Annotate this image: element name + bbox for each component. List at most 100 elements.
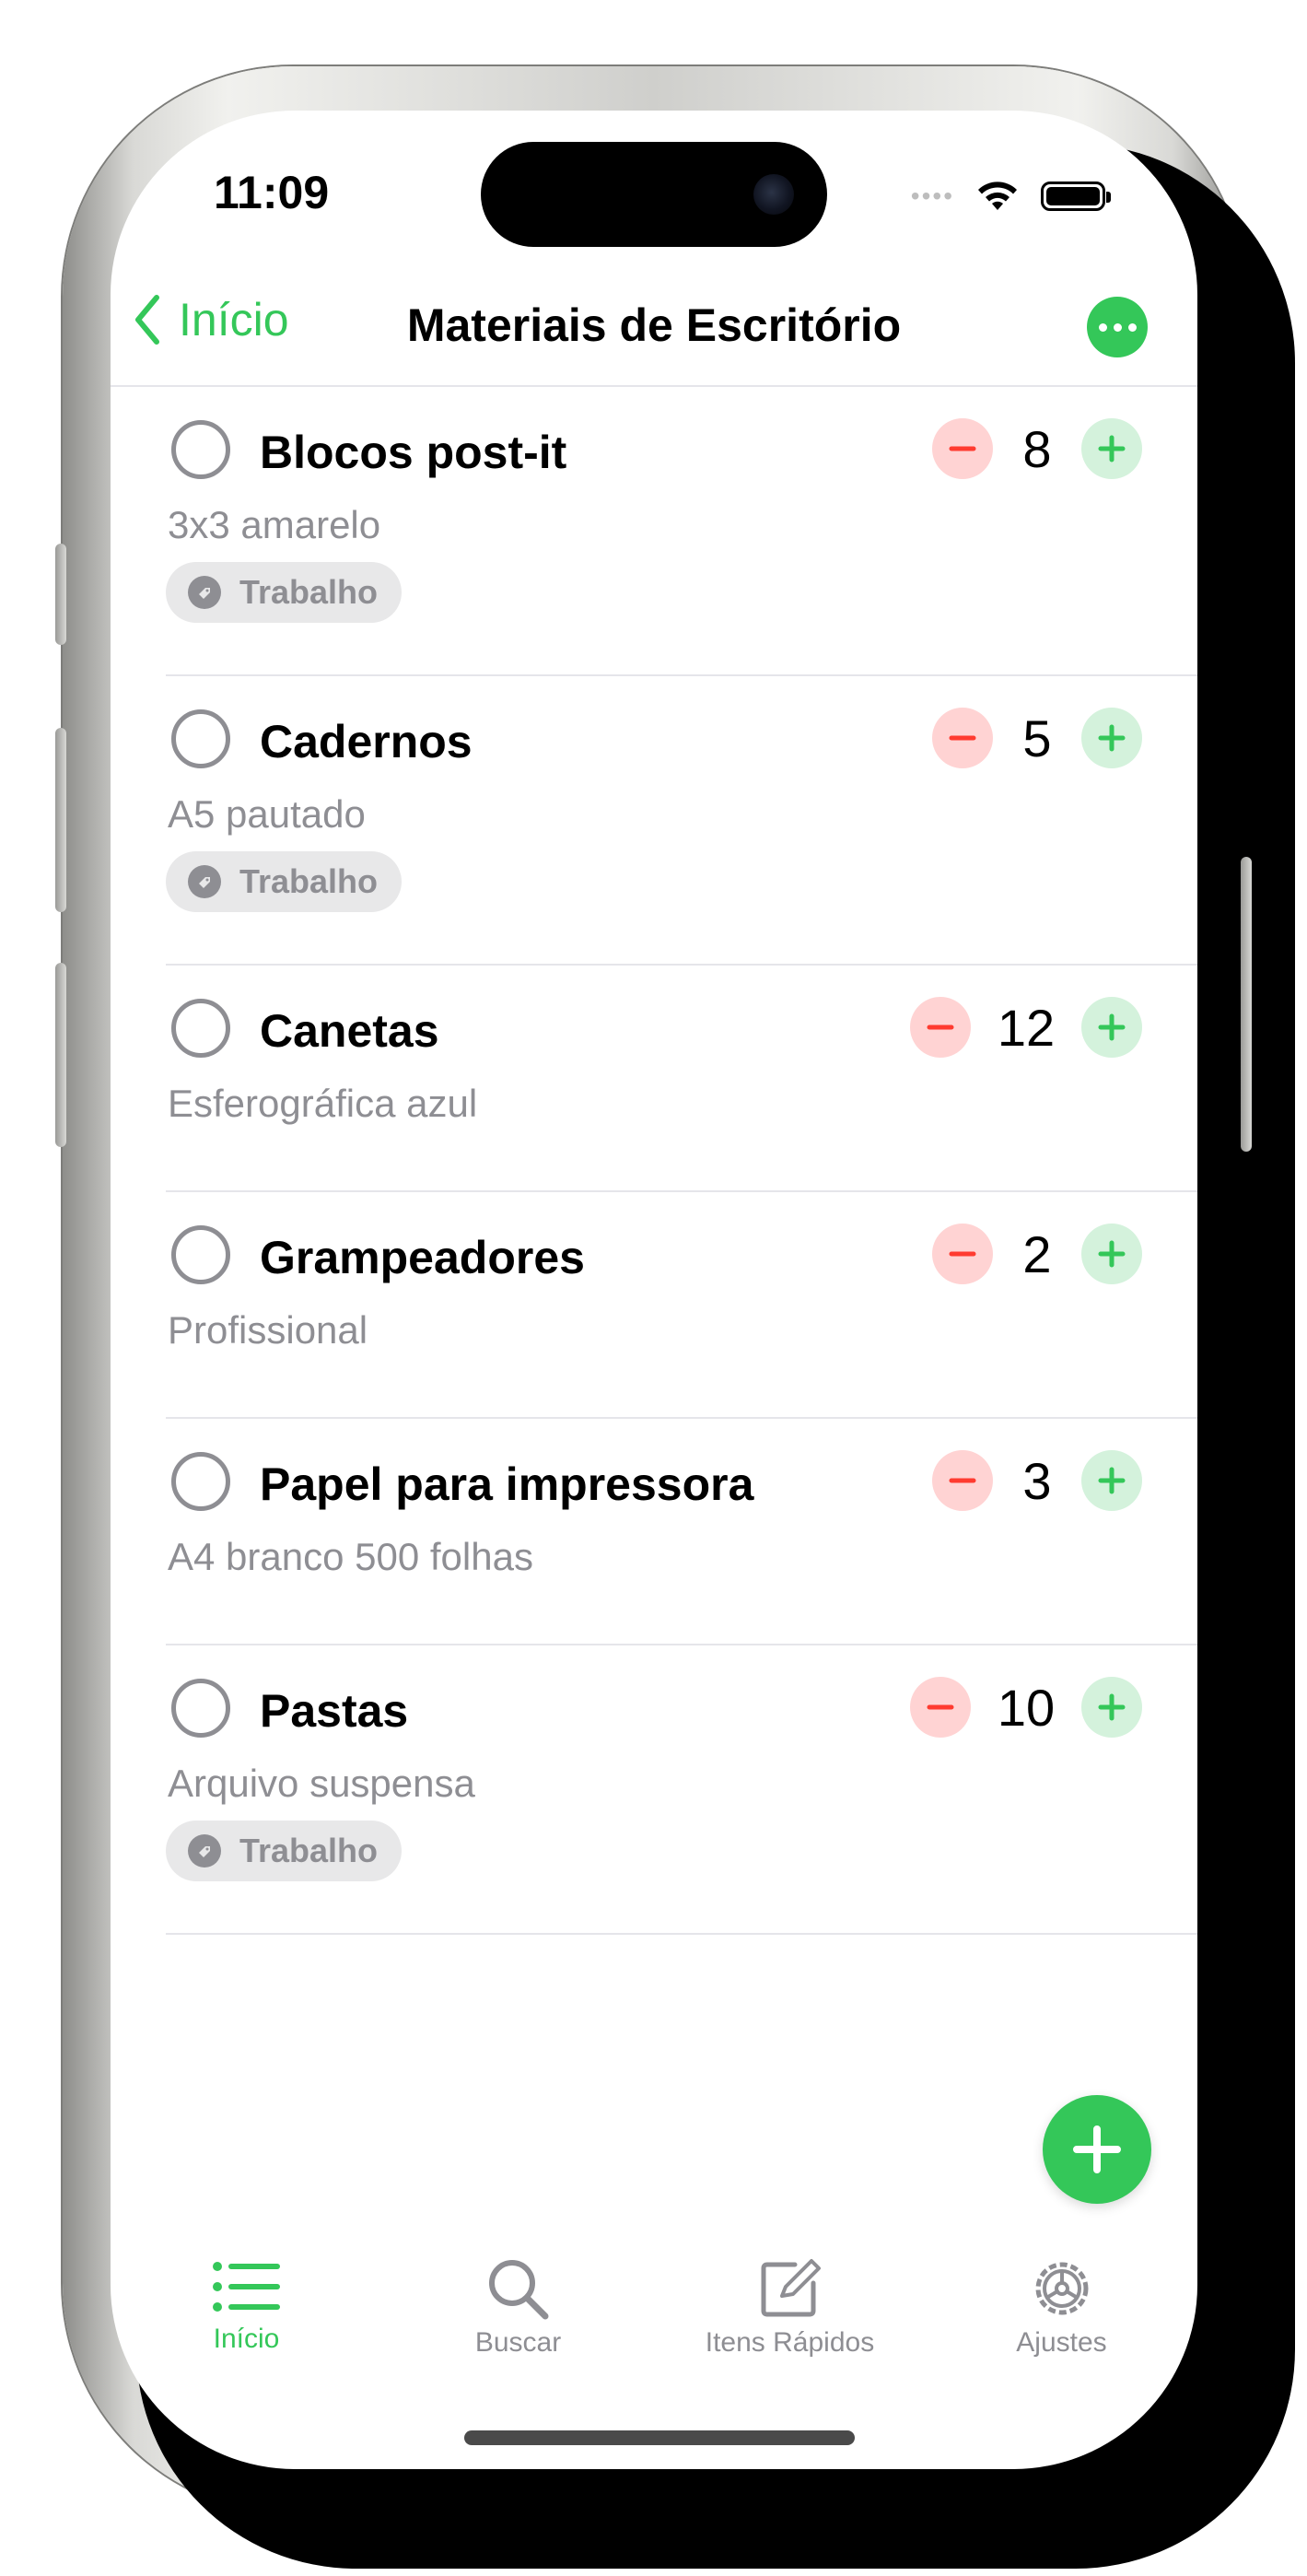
- battery-icon: [1041, 181, 1111, 211]
- quantity-value: 2: [1022, 1224, 1052, 1283]
- tab-label: Buscar: [474, 2327, 562, 2358]
- tab-bar: Início Buscar Itens Rápidos Ajustes: [111, 2257, 1197, 2386]
- item-note: Profissional: [168, 1308, 368, 1352]
- checkbox[interactable]: [171, 1679, 230, 1738]
- quantity-stepper: 5: [932, 708, 1142, 768]
- item-note: Arquivo suspensa: [168, 1762, 475, 1805]
- list-item[interactable]: Canetas 12 Esferográfica azul: [166, 966, 1197, 1192]
- tag-badge[interactable]: Trabalho: [166, 1821, 403, 1881]
- increment-button[interactable]: [1081, 1677, 1142, 1738]
- plus-icon: [1098, 1240, 1126, 1268]
- plus-icon: [1098, 724, 1126, 752]
- quantity-stepper: 8: [932, 418, 1142, 479]
- tag-label: Trabalho: [239, 573, 379, 611]
- compose-icon: [761, 2259, 821, 2317]
- power-button: [1241, 857, 1252, 1152]
- camera-icon: [753, 174, 794, 215]
- decrement-button[interactable]: [932, 418, 993, 479]
- item-name: Pastas: [260, 1685, 409, 1737]
- volume-up-button: [55, 728, 66, 912]
- item-name: Papel para impressora: [260, 1458, 754, 1510]
- quantity-value: 3: [1022, 1451, 1052, 1510]
- decrement-button[interactable]: [932, 1450, 993, 1511]
- tab-ajustes[interactable]: Ajustes: [926, 2257, 1197, 2386]
- increment-button[interactable]: [1081, 418, 1142, 479]
- plus-icon: [1098, 1467, 1126, 1494]
- increment-button[interactable]: [1081, 1224, 1142, 1284]
- tag-icon: [188, 1834, 221, 1868]
- checkbox[interactable]: [171, 709, 230, 768]
- tab-label: Início: [213, 2324, 280, 2354]
- tag-label: Trabalho: [239, 862, 379, 900]
- tag-badge[interactable]: Trabalho: [166, 562, 403, 623]
- quantity-value: 10: [997, 1678, 1056, 1737]
- minus-icon: [927, 1025, 954, 1030]
- tab-label: Ajustes: [1016, 2327, 1107, 2358]
- item-name: Grampeadores: [260, 1232, 585, 1283]
- quantity-value: 5: [1022, 708, 1052, 767]
- item-list: Blocos post-it 8 3x3 amarelo Trabalho Ca…: [111, 385, 1197, 1935]
- quantity-stepper: 12: [910, 997, 1142, 1058]
- action-button: [55, 544, 66, 645]
- checkbox[interactable]: [171, 420, 230, 479]
- plus-icon: [1098, 435, 1126, 463]
- tag-icon: [188, 865, 221, 898]
- list-item[interactable]: Blocos post-it 8 3x3 amarelo Trabalho: [166, 387, 1197, 676]
- item-note: A4 branco 500 folhas: [168, 1535, 533, 1578]
- minus-icon: [927, 1704, 954, 1710]
- checkbox[interactable]: [171, 1225, 230, 1284]
- gear-icon: [1035, 2262, 1088, 2315]
- tag-badge[interactable]: Trabalho: [166, 851, 403, 912]
- signal-icon: ••••: [910, 181, 954, 210]
- item-name: Cadernos: [260, 716, 473, 767]
- plus-icon: [1098, 1013, 1126, 1041]
- decrement-button[interactable]: [910, 997, 971, 1058]
- list-item[interactable]: Cadernos 5 A5 pautado Trabalho: [166, 676, 1197, 966]
- item-name: Canetas: [260, 1005, 439, 1057]
- wifi-icon: [978, 181, 1017, 210]
- plus-icon: [1098, 1693, 1126, 1721]
- minus-icon: [949, 1251, 976, 1257]
- status-time: 11:09: [214, 167, 330, 218]
- decrement-button[interactable]: [932, 1224, 993, 1284]
- tab-itens-rapidos[interactable]: Itens Rápidos: [654, 2257, 926, 2386]
- tag-label: Trabalho: [239, 1832, 379, 1869]
- minus-icon: [949, 446, 976, 451]
- increment-button[interactable]: [1081, 1450, 1142, 1511]
- item-note: Esferográfica azul: [168, 1082, 478, 1125]
- volume-down-button: [55, 963, 66, 1147]
- list-icon: [212, 2262, 280, 2312]
- more-options-button[interactable]: [1087, 297, 1148, 357]
- status-indicators: ••••: [910, 179, 1111, 214]
- decrement-button[interactable]: [932, 708, 993, 768]
- checkbox[interactable]: [171, 999, 230, 1058]
- dynamic-island: [481, 142, 827, 247]
- add-item-button[interactable]: [1043, 2095, 1151, 2204]
- quantity-value: 12: [997, 998, 1056, 1057]
- quantity-stepper: 2: [932, 1224, 1142, 1284]
- checkbox[interactable]: [171, 1452, 230, 1511]
- tab-inicio[interactable]: Início: [111, 2257, 382, 2386]
- home-indicator[interactable]: [464, 2430, 855, 2445]
- minus-icon: [949, 1478, 976, 1483]
- list-item[interactable]: Papel para impressora 3 A4 branco 500 fo…: [166, 1419, 1197, 1645]
- item-name: Blocos post-it: [260, 427, 567, 478]
- tab-buscar[interactable]: Buscar: [382, 2257, 654, 2386]
- quantity-stepper: 10: [910, 1677, 1142, 1738]
- page-title: Materiais de Escritório: [406, 299, 902, 351]
- list-item[interactable]: Pastas 10 Arquivo suspensa Trabalho: [166, 1645, 1197, 1935]
- decrement-button[interactable]: [910, 1677, 971, 1738]
- item-note: A5 pautado: [168, 792, 366, 836]
- increment-button[interactable]: [1081, 997, 1142, 1058]
- item-note: 3x3 amarelo: [168, 503, 381, 546]
- navigation-bar: Início Materiais de Escritório: [111, 276, 1197, 378]
- search-icon: [488, 2260, 548, 2320]
- tag-icon: [188, 576, 221, 609]
- screen: 11:09 •••• Início Materiais de Escritóri…: [111, 111, 1197, 2469]
- increment-button[interactable]: [1081, 708, 1142, 768]
- tab-label: Itens Rápidos: [705, 2327, 875, 2358]
- ellipsis-icon: [1098, 322, 1107, 332]
- minus-icon: [949, 735, 976, 741]
- quantity-value: 8: [1022, 419, 1052, 478]
- list-item[interactable]: Grampeadores 2 Profissional: [166, 1192, 1197, 1419]
